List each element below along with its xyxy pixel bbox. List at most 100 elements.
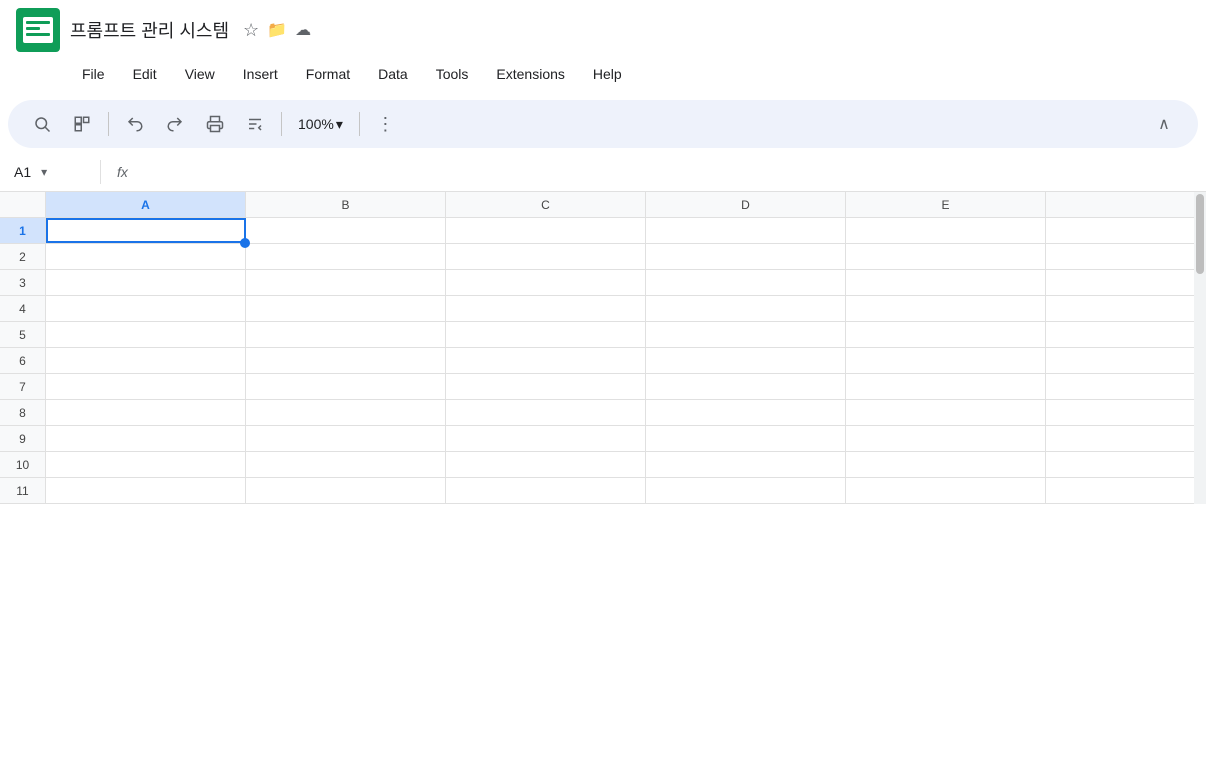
cell-F2[interactable] [1046,244,1206,269]
cell-E2[interactable] [846,244,1046,269]
collapse-toolbar-button[interactable]: ∧ [1146,106,1182,142]
menu-view[interactable]: View [173,62,227,86]
row-number-6[interactable]: 6 [0,348,46,373]
cell-F3[interactable] [1046,270,1206,295]
cell-A7[interactable] [46,374,246,399]
cell-D3[interactable] [646,270,846,295]
print-button[interactable] [197,106,233,142]
cell-F10[interactable] [1046,452,1206,477]
cell-D11[interactable] [646,478,846,503]
cell-C7[interactable] [446,374,646,399]
cell-D8[interactable] [646,400,846,425]
redo-button[interactable] [157,106,193,142]
vertical-scrollbar[interactable] [1194,192,1206,504]
cell-C10[interactable] [446,452,646,477]
row-number-10[interactable]: 10 [0,452,46,477]
cell-C5[interactable] [446,322,646,347]
fill-handle[interactable] [240,238,250,248]
cell-F9[interactable] [1046,426,1206,451]
menu-insert[interactable]: Insert [231,62,290,86]
cell-E6[interactable] [846,348,1046,373]
row-number-9[interactable]: 9 [0,426,46,451]
cell-E11[interactable] [846,478,1046,503]
cell-B2[interactable] [246,244,446,269]
cell-E3[interactable] [846,270,1046,295]
cell-B4[interactable] [246,296,446,321]
cell-D9[interactable] [646,426,846,451]
cell-A3[interactable] [46,270,246,295]
more-options-button[interactable]: ⋮ [368,106,404,142]
row-number-11[interactable]: 11 [0,478,46,503]
star-icon[interactable]: ☆ [243,20,259,41]
cell-D4[interactable] [646,296,846,321]
cell-C3[interactable] [446,270,646,295]
cell-D6[interactable] [646,348,846,373]
cell-C1[interactable] [446,218,646,243]
cell-C6[interactable] [446,348,646,373]
col-header-d[interactable]: D [646,192,846,217]
cell-A10[interactable] [46,452,246,477]
row-number-8[interactable]: 8 [0,400,46,425]
cell-C4[interactable] [446,296,646,321]
cell-F7[interactable] [1046,374,1206,399]
menu-file[interactable]: File [70,62,117,86]
cell-D10[interactable] [646,452,846,477]
cell-C8[interactable] [446,400,646,425]
cell-F4[interactable] [1046,296,1206,321]
cell-A8[interactable] [46,400,246,425]
cell-A11[interactable] [46,478,246,503]
cell-B5[interactable] [246,322,446,347]
menu-extensions[interactable]: Extensions [484,62,576,86]
row-number-2[interactable]: 2 [0,244,46,269]
cell-C9[interactable] [446,426,646,451]
cell-D7[interactable] [646,374,846,399]
cell-C11[interactable] [446,478,646,503]
menu-help[interactable]: Help [581,62,634,86]
cell-E7[interactable] [846,374,1046,399]
cell-B1[interactable] [246,218,446,243]
folder-icon[interactable]: 📁 [267,20,287,40]
menu-data[interactable]: Data [366,62,420,86]
cloud-icon[interactable]: ☁ [295,20,311,40]
cell-D2[interactable] [646,244,846,269]
cell-F1[interactable] [1046,218,1206,243]
cell-D5[interactable] [646,322,846,347]
cell-A4[interactable] [46,296,246,321]
menu-format[interactable]: Format [294,62,362,86]
cell-B3[interactable] [246,270,446,295]
cell-F11[interactable] [1046,478,1206,503]
cell-E10[interactable] [846,452,1046,477]
cell-E1[interactable] [846,218,1046,243]
cell-F8[interactable] [1046,400,1206,425]
cell-B6[interactable] [246,348,446,373]
row-number-4[interactable]: 4 [0,296,46,321]
cell-B10[interactable] [246,452,446,477]
cell-B9[interactable] [246,426,446,451]
search-button[interactable] [24,106,60,142]
cell-B7[interactable] [246,374,446,399]
cell-B8[interactable] [246,400,446,425]
cell-E9[interactable] [846,426,1046,451]
row-number-1[interactable]: 1 [0,218,46,243]
row-number-3[interactable]: 3 [0,270,46,295]
col-header-b[interactable]: B [246,192,446,217]
cell-E8[interactable] [846,400,1046,425]
row-number-7[interactable]: 7 [0,374,46,399]
cell-A2[interactable] [46,244,246,269]
cell-A9[interactable] [46,426,246,451]
col-header-e[interactable]: E [846,192,1046,217]
col-header-c[interactable]: C [446,192,646,217]
col-header-a[interactable]: A [46,192,246,217]
menu-edit[interactable]: Edit [121,62,169,86]
menu-tools[interactable]: Tools [424,62,481,86]
cell-A6[interactable] [46,348,246,373]
undo-button[interactable] [117,106,153,142]
cell-B11[interactable] [246,478,446,503]
cell-E4[interactable] [846,296,1046,321]
cell-dropdown-icon[interactable]: ▾ [41,165,47,179]
cell-A1[interactable] [46,218,246,243]
format-painter-button[interactable] [64,106,100,142]
cell-A5[interactable] [46,322,246,347]
cell-F5[interactable] [1046,322,1206,347]
formula-input[interactable] [140,164,1198,180]
